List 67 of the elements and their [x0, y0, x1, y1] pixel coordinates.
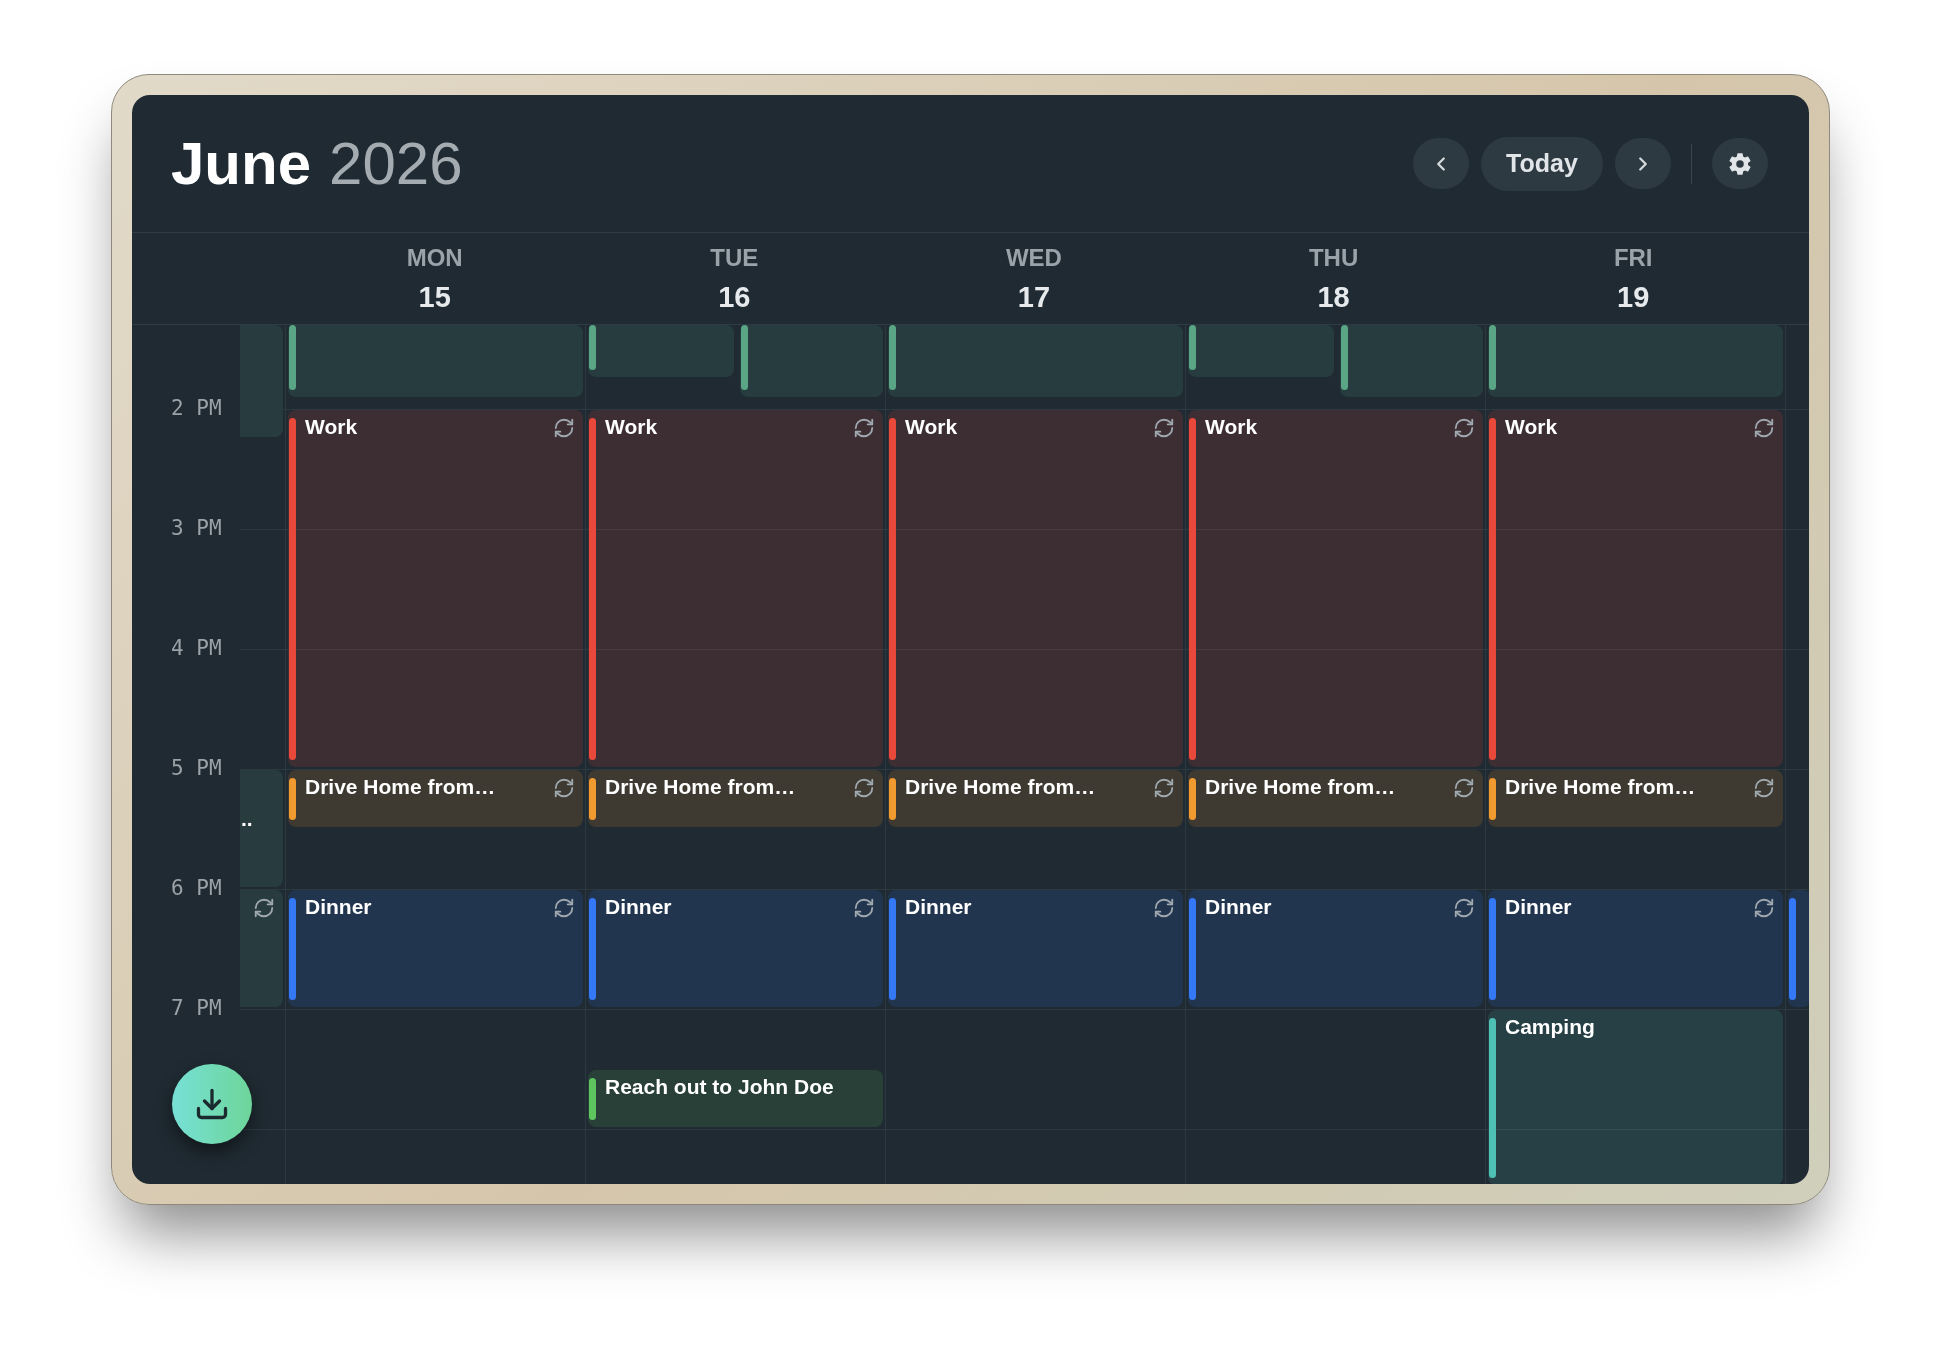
weekday-label: WED — [1005, 244, 1062, 272]
event-title: Drive Home from… — [905, 775, 1096, 798]
event-title: Dinner — [305, 895, 372, 918]
event-block[interactable] — [588, 325, 734, 377]
event-block[interactable]: Work — [888, 410, 1183, 767]
event-title: Dinner — [605, 895, 672, 918]
event-block[interactable]: Dinner — [1488, 890, 1783, 1007]
event-block[interactable]: Drive Home from… — [288, 770, 583, 827]
date-label: 18 — [1317, 280, 1350, 314]
event-title: Drive Home from… — [305, 775, 496, 798]
settings-button[interactable] — [1712, 138, 1768, 189]
event-block[interactable]: Work — [1188, 410, 1483, 767]
time-label: 3 PM — [171, 515, 222, 541]
event-block[interactable]: .. — [240, 770, 283, 887]
event-block[interactable] — [1339, 325, 1483, 398]
event-title: .. — [241, 806, 253, 832]
event-title: Camping — [1505, 1015, 1595, 1038]
event-block[interactable] — [1788, 890, 1809, 1007]
event-block[interactable] — [739, 325, 883, 398]
event-block[interactable] — [888, 325, 1183, 398]
event-block[interactable]: Dinner — [1188, 890, 1483, 1007]
event-title: Work — [605, 415, 658, 438]
time-label: 2 PM — [171, 395, 222, 421]
event-title: Drive Home from… — [1505, 775, 1696, 798]
event-title: Work — [905, 415, 958, 438]
event-title: Reach out to John Doe — [605, 1075, 834, 1098]
event-block[interactable]: Reach out to John Doe — [588, 1070, 883, 1127]
date-label: 16 — [718, 280, 751, 314]
settings-icon — [1728, 151, 1752, 176]
event-block[interactable]: Drive Home from… — [888, 770, 1183, 827]
date-label: 17 — [1017, 280, 1051, 314]
time-label: 5 PM — [171, 755, 222, 781]
time-label: 7 PM — [171, 995, 222, 1021]
date-label: 19 — [1617, 280, 1650, 314]
event-title: Drive Home from… — [605, 775, 796, 798]
download-icon — [194, 1086, 230, 1122]
date-label: 15 — [418, 280, 451, 314]
today-button[interactable]: Today — [1481, 136, 1603, 191]
event-title: Work — [305, 415, 358, 438]
event-block[interactable]: Work — [1488, 410, 1783, 767]
event-title: Drive Home from… — [1205, 775, 1396, 798]
event-title: Dinner — [1205, 895, 1272, 918]
weekday-label: MON — [406, 244, 463, 272]
event-title: Dinner — [905, 895, 972, 918]
event-block[interactable]: Dinner — [288, 890, 583, 1007]
event-block[interactable]: Drive Home from… — [1188, 770, 1483, 827]
event-block[interactable]: Work — [288, 410, 583, 767]
event-block[interactable] — [1188, 325, 1334, 377]
time-label: 4 PM — [171, 635, 222, 661]
event-block[interactable] — [288, 325, 583, 398]
event-block[interactable]: Dinner — [588, 890, 883, 1007]
event-block[interactable]: Camping — [1488, 1010, 1783, 1184]
event-title: Work — [1205, 415, 1258, 438]
time-label: 6 PM — [171, 875, 222, 901]
event-block[interactable] — [1488, 325, 1783, 398]
event-title: Work — [1505, 415, 1558, 438]
year-title: 2026 — [329, 128, 463, 199]
event-block[interactable]: Drive Home from… — [588, 770, 883, 827]
event-block[interactable]: Dinner — [888, 890, 1183, 1007]
event-block[interactable]: Drive Home from… — [1488, 770, 1783, 827]
month-title: June — [171, 128, 312, 199]
event-block[interactable]: Work — [588, 410, 883, 767]
event-title: Dinner — [1505, 895, 1572, 918]
weekday-label: FRI — [1613, 244, 1653, 272]
event-block[interactable] — [240, 890, 283, 1007]
weekday-label: TUE — [710, 244, 759, 272]
weekday-label: THU — [1308, 244, 1359, 272]
